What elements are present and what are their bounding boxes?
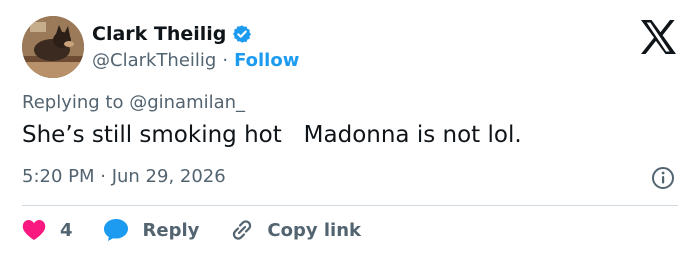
- copy-link-button[interactable]: Copy link: [229, 217, 361, 243]
- author-name[interactable]: Clark Theilig: [92, 23, 226, 45]
- author-handle[interactable]: @ClarkTheilig: [92, 50, 216, 71]
- author-handle-row: @ClarkTheilig · Follow: [92, 48, 299, 72]
- reply-label: Reply: [142, 219, 200, 241]
- like-button[interactable]: 4: [22, 219, 73, 241]
- reply-bubble-icon: [103, 218, 129, 242]
- info-icon[interactable]: [651, 166, 675, 190]
- avatar[interactable]: [22, 16, 84, 78]
- heart-icon: [22, 219, 46, 241]
- replying-to-label: Replying to @ginamilan_: [22, 92, 246, 113]
- author-name-row: Clark Theilig: [92, 20, 252, 48]
- like-count: 4: [60, 219, 73, 241]
- separator-dot: ·: [222, 49, 229, 71]
- tweet-text: She’s still smoking hot Madonna is not l…: [22, 122, 522, 148]
- follow-button[interactable]: Follow: [234, 50, 299, 71]
- copy-link-label: Copy link: [267, 219, 361, 241]
- tweet-timestamp[interactable]: 5:20 PM · Jun 29, 2026: [22, 166, 226, 187]
- verified-badge-icon: [232, 24, 252, 44]
- divider: [22, 205, 678, 206]
- action-bar: 4 Reply Copy link: [22, 216, 361, 244]
- avatar-image: [22, 16, 84, 78]
- link-icon: [229, 217, 255, 243]
- reply-button[interactable]: Reply: [103, 218, 200, 242]
- x-logo-icon[interactable]: [638, 18, 678, 56]
